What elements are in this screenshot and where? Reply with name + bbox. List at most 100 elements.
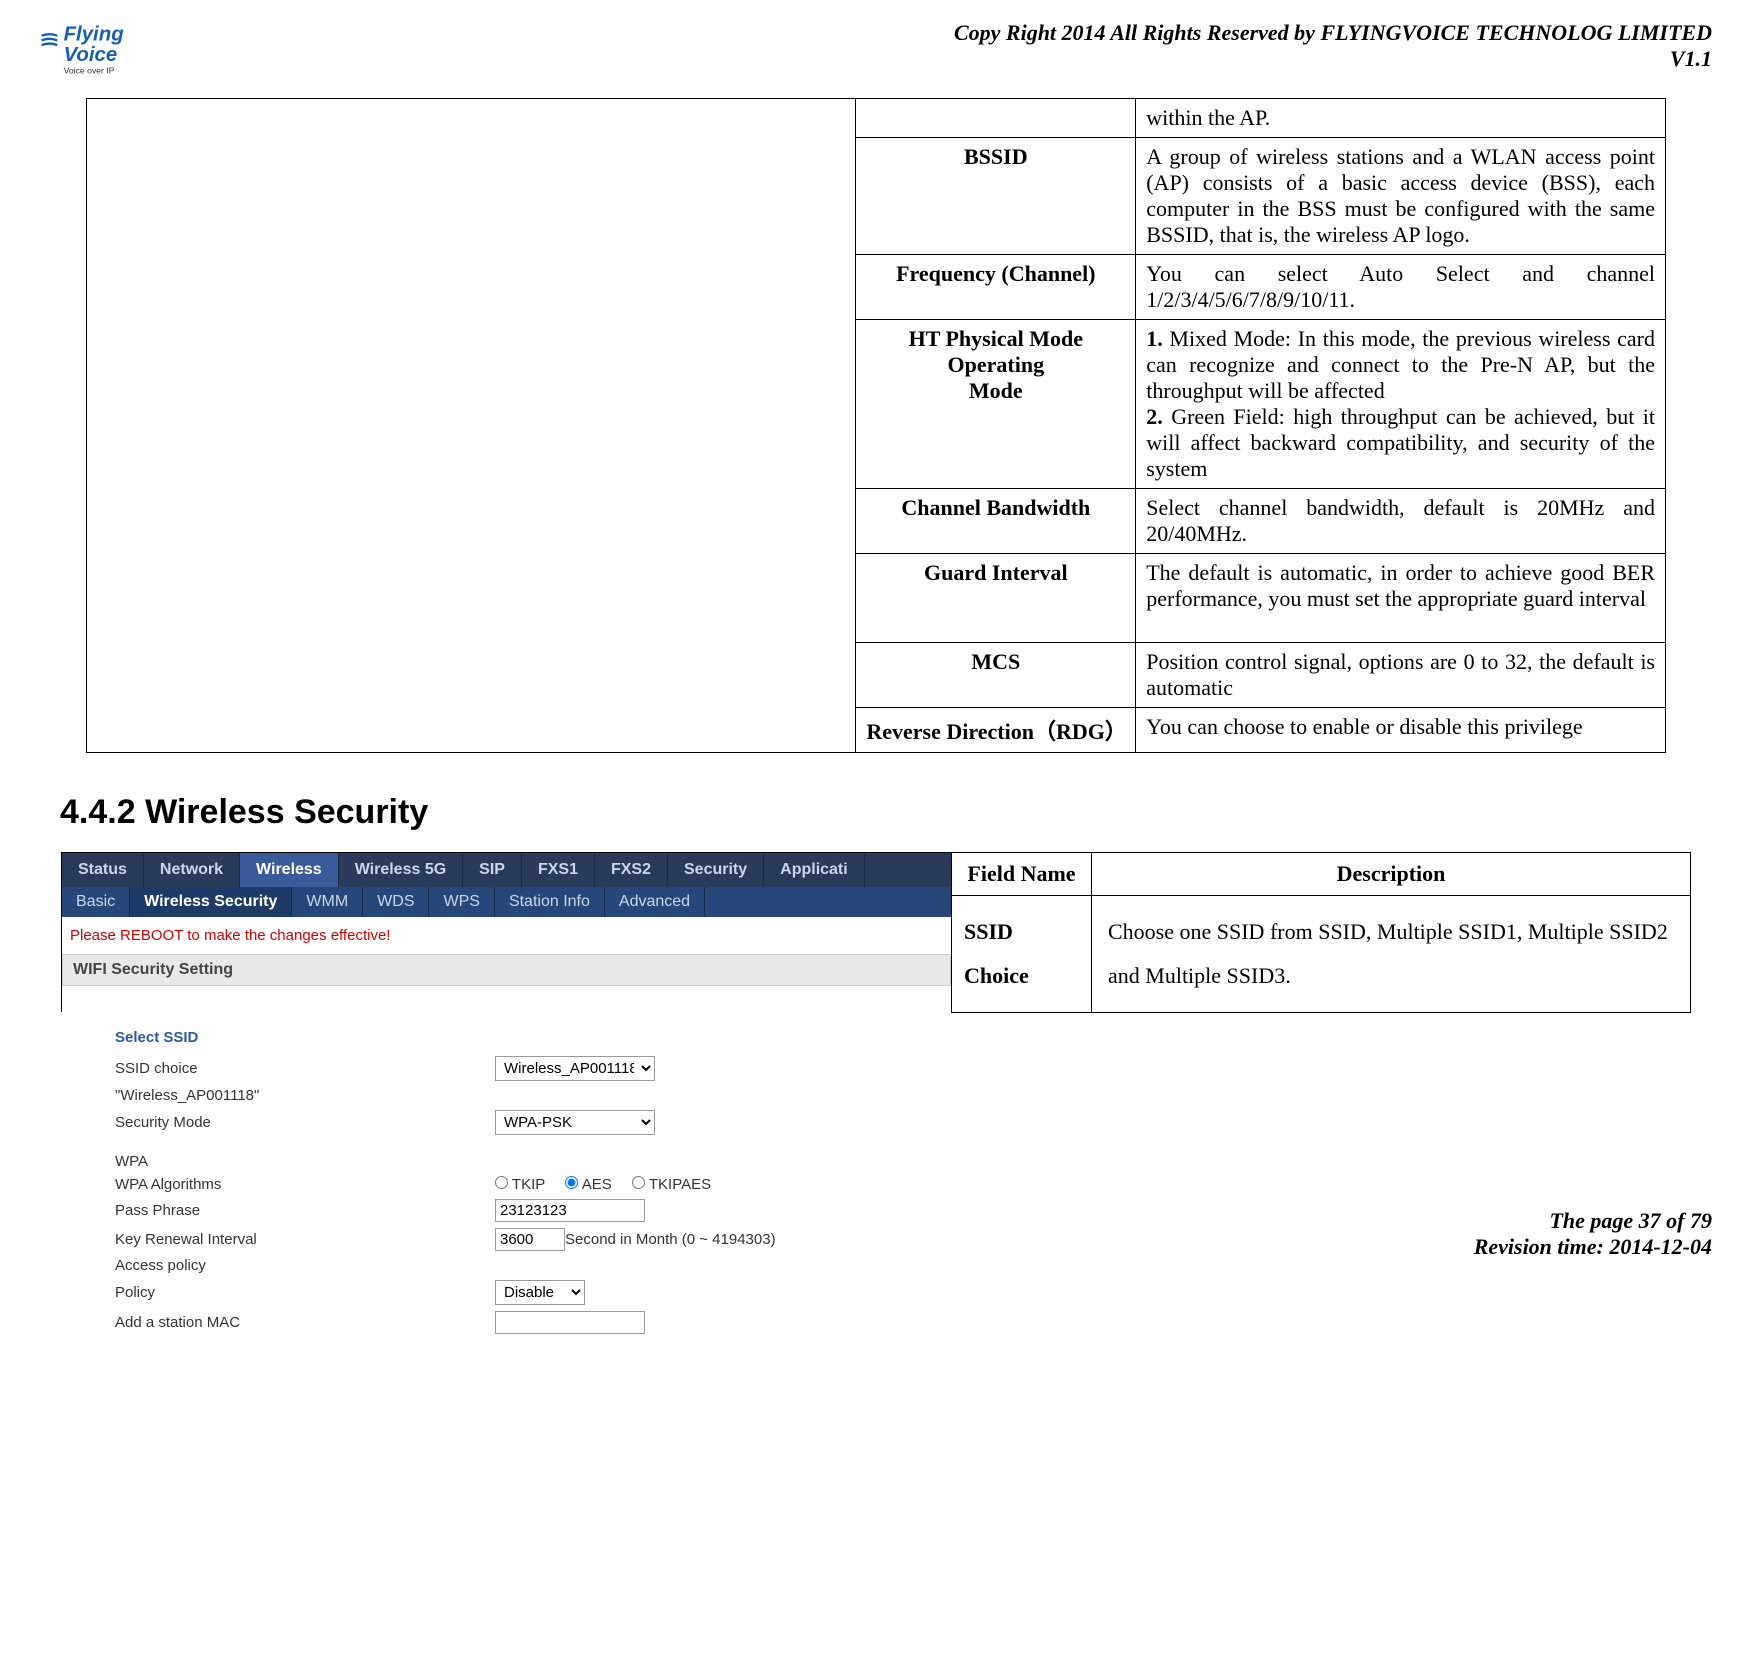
field-description-table-1: within the AP. BSSID A group of wireless… — [86, 98, 1666, 753]
desc-cell: You can select Auto Select and channel 1… — [1136, 254, 1666, 319]
field-cell: SSID Choice — [952, 895, 1092, 1012]
input-pass-phrase[interactable] — [495, 1199, 645, 1222]
label-ssid-display: "Wireless_AP001118" — [115, 1087, 495, 1104]
desc-cell: A group of wireless stations and a WLAN … — [1136, 137, 1666, 254]
label-policy: Policy — [115, 1284, 495, 1301]
logo-tagline: Voice over IP — [64, 65, 115, 75]
header-right: Copy Right 2014 All Rights Reserved by F… — [954, 20, 1712, 72]
label-security-mode: Security Mode — [115, 1114, 495, 1131]
subtab-wmm[interactable]: WMM — [292, 887, 363, 917]
logo-text-bottom: Voice — [64, 44, 118, 66]
field-cell: HT Physical Mode Operating Mode — [856, 319, 1136, 488]
row-wpa-algorithms: WPA Algorithms TKIP AES TKIPAES — [115, 1176, 977, 1193]
tab-wireless-5g[interactable]: Wireless 5G — [339, 853, 463, 887]
row-wpa-heading: WPA — [115, 1153, 977, 1170]
page-header: Flying Voice Voice over IP Copy Right 20… — [40, 20, 1712, 88]
field-cell — [856, 98, 1136, 137]
desc-cell: The default is automatic, in order to ac… — [1136, 553, 1666, 642]
field-description-table-2: Status Network Wireless Wireless 5G SIP … — [61, 852, 1691, 1013]
radio-label-aes: AES — [582, 1176, 612, 1193]
tab-status[interactable]: Status — [62, 853, 144, 887]
subtab-wps[interactable]: WPS — [429, 887, 494, 917]
field-cell: BSSID — [856, 137, 1136, 254]
row-key-renewal: Key Renewal Interval Second in Month (0 … — [115, 1228, 977, 1251]
row-add-mac: Add a station MAC — [115, 1311, 977, 1334]
subtab-station-info[interactable]: Station Info — [495, 887, 605, 917]
subtab-wds[interactable]: WDS — [363, 887, 429, 917]
row-ssid-display: "Wireless_AP001118" — [115, 1087, 977, 1104]
tab-wireless[interactable]: Wireless — [240, 853, 339, 887]
radio-label-tkip: TKIP — [512, 1176, 545, 1193]
field-line: HT Physical Mode — [866, 326, 1125, 352]
field-cell: Channel Bandwidth — [856, 488, 1136, 553]
desc-cell: within the AP. — [1136, 98, 1666, 137]
radio-label-tkipaes: TKIPAES — [649, 1176, 711, 1193]
desc-bold: 2. — [1146, 404, 1163, 429]
panel-header-wifi-security: WIFI Security Setting — [62, 954, 951, 986]
screenshot-placeholder-cell — [87, 98, 856, 752]
reboot-message: Please REBOOT to make the changes effect… — [62, 917, 951, 954]
flyingvoice-logo: Flying Voice Voice over IP — [40, 20, 150, 83]
row-pass-phrase: Pass Phrase — [115, 1199, 977, 1222]
subtab-wireless-security[interactable]: Wireless Security — [130, 887, 292, 917]
subtab-advanced[interactable]: Advanced — [605, 887, 705, 917]
column-header-field-name: Field Name — [952, 852, 1092, 895]
input-add-mac[interactable] — [495, 1311, 645, 1334]
screenshot-cell: Status Network Wireless Wireless 5G SIP … — [62, 852, 952, 1012]
section-heading-wireless-security: 4.4.2 Wireless Security — [60, 793, 1712, 832]
radio-input-tkip[interactable] — [495, 1176, 508, 1189]
section-select-ssid: Select SSID — [115, 1029, 977, 1046]
field-cell: Guard Interval — [856, 553, 1136, 642]
label-wpa-algorithms: WPA Algorithms — [115, 1176, 495, 1193]
radio-tkip[interactable]: TKIP — [495, 1176, 545, 1193]
tab-fxs2[interactable]: FXS2 — [595, 853, 668, 887]
select-ssid-choice[interactable]: Wireless_AP001118 — [495, 1056, 655, 1081]
revision-time: Revision time: 2014-12-04 — [1474, 1234, 1712, 1260]
row-security-mode: Security Mode WPA-PSK — [115, 1110, 977, 1135]
field-cell: Frequency (Channel) — [856, 254, 1136, 319]
label-add-mac: Add a station MAC — [115, 1314, 495, 1331]
sub-tabs: Basic Wireless Security WMM WDS WPS Stat… — [62, 887, 951, 917]
row-access-policy-heading: Access policy — [115, 1257, 977, 1274]
field-cell: MCS — [856, 642, 1136, 707]
desc-cell: Choose one SSID from SSID, Multiple SSID… — [1092, 895, 1691, 1012]
main-tabs: Status Network Wireless Wireless 5G SIP … — [62, 853, 951, 887]
tab-network[interactable]: Network — [144, 853, 240, 887]
logo: Flying Voice Voice over IP — [40, 20, 150, 88]
tab-application[interactable]: Applicati — [764, 853, 865, 887]
desc-text: Green Field: high throughput can be achi… — [1146, 404, 1655, 481]
embedded-ui: Status Network Wireless Wireless 5G SIP … — [62, 853, 951, 986]
subtab-basic[interactable]: Basic — [62, 887, 130, 917]
tab-sip[interactable]: SIP — [463, 853, 522, 887]
row-policy: Policy Disable — [115, 1280, 977, 1305]
table-row: within the AP. — [87, 98, 1666, 137]
desc-cell: 1. Mixed Mode: In this mode, the previou… — [1136, 319, 1666, 488]
radio-aes[interactable]: AES — [565, 1176, 611, 1193]
desc-cell: Position control signal, options are 0 t… — [1136, 642, 1666, 707]
desc-text: Mixed Mode: In this mode, the previous w… — [1146, 326, 1655, 403]
row-ssid-choice: SSID choice Wireless_AP001118 — [115, 1056, 977, 1081]
field-line: Mode — [866, 378, 1125, 404]
select-security-mode[interactable]: WPA-PSK — [495, 1110, 655, 1135]
suffix-key-renewal: Second in Month (0 ~ 4194303) — [565, 1231, 776, 1248]
page-number: The page 37 of 79 — [1474, 1208, 1712, 1234]
table-row: Status Network Wireless Wireless 5G SIP … — [62, 852, 1691, 895]
label-access-policy: Access policy — [115, 1257, 495, 1274]
page-footer: The page 37 of 79 Revision time: 2014-12… — [1474, 1208, 1712, 1260]
desc-cell: You can choose to enable or disable this… — [1136, 707, 1666, 752]
radio-input-aes[interactable] — [565, 1176, 578, 1189]
field-cell: Reverse Direction（RDG） — [856, 707, 1136, 752]
label-key-renewal: Key Renewal Interval — [115, 1231, 495, 1248]
tab-security[interactable]: Security — [668, 853, 764, 887]
input-key-renewal[interactable] — [495, 1228, 565, 1251]
field-line: Operating — [866, 352, 1125, 378]
select-policy[interactable]: Disable — [495, 1280, 585, 1305]
column-header-description: Description — [1092, 852, 1691, 895]
tab-fxs1[interactable]: FXS1 — [522, 853, 595, 887]
label-ssid-choice: SSID choice — [115, 1060, 495, 1077]
radio-input-tkipaes[interactable] — [632, 1176, 645, 1189]
desc-bold: 1. — [1146, 326, 1163, 351]
radio-tkipaes[interactable]: TKIPAES — [632, 1176, 711, 1193]
logo-waves-icon — [42, 34, 58, 45]
version-text: V1.1 — [954, 46, 1712, 72]
